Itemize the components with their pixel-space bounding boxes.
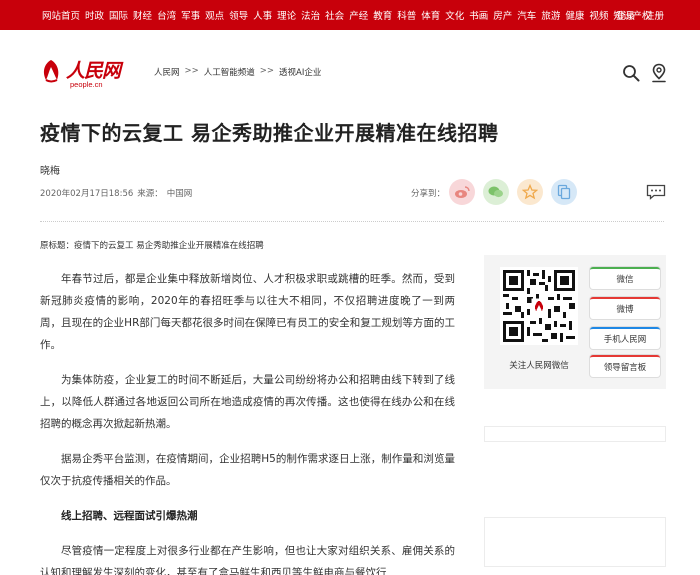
follow-panel: 关注人民网微信 微信 微博 手机人民网 领导留言板 [484,255,666,389]
share-label: 分享到： [411,189,446,199]
breadcrumb-item-ai-companies[interactable]: 透视AI企业 [279,66,321,78]
sidebar-ad-slot [484,517,666,567]
nav-item-realestate[interactable]: 房产 [493,8,512,22]
article-paragraph: 为集体防疫，企业复工的时间不断延后，大量公司纷纷将办公和招聘由线下转到了线上，以… [40,374,455,430]
nav-item-military[interactable]: 军事 [181,8,200,22]
nav-item-taiwan[interactable]: 台湾 [157,8,176,22]
nav-item-science[interactable]: 科普 [397,8,416,22]
nav-item-culture[interactable]: 文化 [445,8,464,22]
publish-date: 2020年02月17日18:56 [40,189,134,199]
follow-weibo-button[interactable]: 微博 [590,297,660,319]
wechat-qr-code [500,267,578,345]
article-paragraph: 尽管疫情一定程度上对很多行业都在产生影响，但也让大家对组织关系、雇佣关系的认知和… [40,545,455,575]
logo-text: 人民网 [66,60,121,82]
nav-item-health[interactable]: 健康 [565,8,584,22]
login-link[interactable]: 登录 [616,8,635,22]
nav-item-society[interactable]: 社会 [325,8,344,22]
leader-message-board-button[interactable]: 领导留言板 [590,355,660,377]
breadcrumb-separator: >> [184,66,199,76]
article-subheading: 线上招聘、远程面试引爆热潮 [61,510,198,522]
mobile-people-button[interactable]: 手机人民网 [590,327,660,349]
nav-item-opinion[interactable]: 观点 [205,8,224,22]
qr-caption: 关注人民网微信 [509,361,569,371]
breadcrumb-separator: >> [259,66,275,76]
wechat-icon [488,186,503,198]
article-meta: 2020年02月17日18:56 来源： 中国网 [40,187,192,199]
nav-item-finance[interactable]: 财经 [133,8,152,22]
share-wechat-button[interactable] [483,179,509,205]
register-link[interactable]: 注册 [645,8,664,22]
article-paragraph: 年春节过后，都是企业集中释放新增岗位、人才积极求职或跳槽的旺季。然而，受到新冠肺… [40,273,455,351]
nav-item-video[interactable]: 视频 [589,8,608,22]
share-qzone-button[interactable] [517,179,543,205]
nav-item-calligraphy[interactable]: 书画 [469,8,488,22]
original-title: 原标题：疫情下的云复工 易企秀助推企业开展精准在线招聘 [40,241,264,251]
source-label: 来源： [137,189,163,199]
header-divider [40,221,664,222]
location-icon[interactable] [650,63,668,83]
source-name[interactable]: 中国网 [167,187,193,199]
search-icon[interactable] [622,64,640,82]
nav-item-personnel[interactable]: 人事 [253,8,272,22]
top-nav-bar: 网站首页 时政 国际 财经 台湾 军事 观点 领导 人事 理论 法治 社会 产经… [0,0,700,30]
follow-wechat-button[interactable]: 微信 [590,267,660,289]
nav-item-law[interactable]: 法治 [301,8,320,22]
breadcrumb-item-home[interactable]: 人民网 [154,66,180,78]
nav-item-international[interactable]: 国际 [109,8,128,22]
nav-item-home[interactable]: 网站首页 [42,8,80,22]
article-title: 疫情下的云复工 易企秀助推企业开展精准在线招聘 [40,121,499,145]
channel-nav: 网站首页 时政 国际 财经 台湾 军事 观点 领导 人事 理论 法治 社会 产经… [42,0,651,30]
nav-item-leaders[interactable]: 领导 [229,8,248,22]
article-paragraph: 据易企秀平台监测，在疫情期间，企业招聘H5的制作需求逐日上涨，制作量和浏览量仅次… [40,453,455,487]
copy-icon [557,184,571,200]
article-author: 晓梅 [40,166,60,177]
copy-link-button[interactable] [551,179,577,205]
nav-item-auto[interactable]: 汽车 [517,8,536,22]
breadcrumb-item-ai-channel[interactable]: 人工智能频道 [204,66,255,78]
nav-item-education[interactable]: 教育 [373,8,392,22]
nav-item-theory[interactable]: 理论 [277,8,296,22]
breadcrumb: 人民网 >> 人工智能频道 >> 透视AI企业 [154,66,321,78]
qr-code-icon [503,270,575,342]
account-links: 登录 注册 [616,0,664,30]
nav-item-travel[interactable]: 旅游 [541,8,560,22]
logo-domain: people.cn [70,80,103,89]
sidebar-ad-slot [484,426,666,442]
comment-icon[interactable] [646,184,666,200]
nav-item-politics[interactable]: 时政 [85,8,104,22]
nav-item-industry[interactable]: 产经 [349,8,368,22]
article-body: 年春节过后，都是企业集中释放新增岗位、人才积极求职或跳槽的旺季。然而，受到新冠肺… [40,268,455,575]
nav-item-sports[interactable]: 体育 [421,8,440,22]
site-logo[interactable]: 人民网 people.cn [40,56,121,92]
share-weibo-button[interactable] [449,179,475,205]
star-icon [522,184,538,200]
weibo-icon [455,186,470,198]
logo-mark-icon [43,60,59,83]
